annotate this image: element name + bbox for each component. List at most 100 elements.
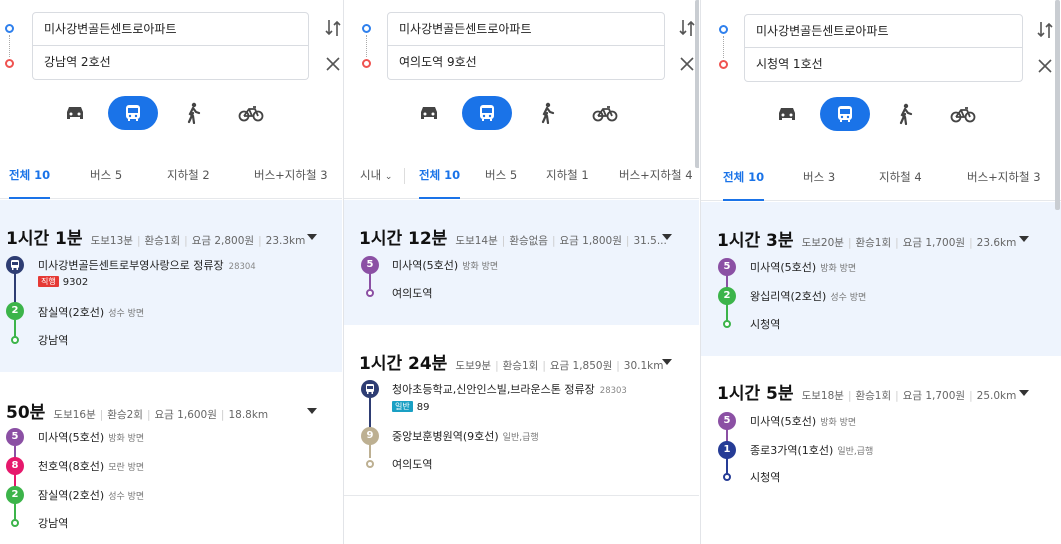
scrollbar[interactable] xyxy=(1055,0,1060,210)
route-connector xyxy=(366,35,367,57)
tab-bus[interactable]: 버스 5 xyxy=(90,153,122,199)
route-step: 청아초등학교,신안인스빌,브라운스톤 정류장 28303 xyxy=(392,383,627,396)
tab-bus[interactable]: 버스 5 xyxy=(485,153,517,199)
car-mode-button[interactable] xyxy=(50,96,100,130)
route-step: 시청역 xyxy=(750,318,781,331)
walk-mode-button[interactable] xyxy=(168,96,218,130)
route-step: 강남역 xyxy=(38,334,69,347)
line-badge: 9 xyxy=(361,427,379,445)
tab-all[interactable]: 전체 10 xyxy=(723,155,765,201)
route-time: 1시간 1분 xyxy=(6,229,83,249)
expand-caret-icon[interactable] xyxy=(1019,390,1029,396)
transit-mode-button[interactable] xyxy=(108,96,158,130)
route-panel-1: 미사강변골든센트로아파트 강남역 2호선 전체 10 버스 5 지하철 2 버스… xyxy=(0,0,342,544)
route-step: 강남역 xyxy=(38,517,69,530)
walk-icon xyxy=(899,103,913,125)
swap-icon[interactable] xyxy=(1037,20,1053,40)
tab-bus[interactable]: 버스 3 xyxy=(803,155,835,201)
route-line-9 xyxy=(369,444,371,458)
line-badge: 2 xyxy=(718,287,736,305)
transit-mode-button[interactable] xyxy=(820,97,870,131)
bike-mode-button[interactable] xyxy=(938,97,988,131)
line-badge: 5 xyxy=(718,412,736,430)
origin-input[interactable]: 미사강변골든센트로아파트 xyxy=(387,12,665,46)
bus-stop-icon xyxy=(6,256,24,274)
origin-input[interactable]: 미사강변골든센트로아파트 xyxy=(32,12,309,46)
bike-icon xyxy=(950,107,976,123)
car-mode-button[interactable] xyxy=(762,97,812,131)
tab-all[interactable]: 전체 10 xyxy=(9,153,51,199)
route-line-bus xyxy=(369,398,371,428)
close-icon[interactable] xyxy=(679,54,695,74)
route-meta: 도보18분 | 환승1회 | 요금 1,700원 | 25.0km xyxy=(801,390,1017,402)
tab-subway[interactable]: 지하철 2 xyxy=(167,153,210,199)
destination-point-icon xyxy=(723,473,731,481)
route-result[interactable]: 1시간 24분 도보9분 | 환승1회 | 요금 1,850원 | 30.1km 청아초등학… xyxy=(344,326,699,496)
route-result[interactable]: 50분 도보16분 | 환승2회 | 요금 1,600원 | 18.8km 5 미사역(5호… xyxy=(0,372,342,544)
destination-input[interactable]: 시청역 1호선 xyxy=(744,48,1023,82)
tab-subway[interactable]: 지하철 4 xyxy=(879,155,922,201)
route-summary: 1시간 12분 도보14분 | 환승없음 | 요금 1,800원 | 31.5... xyxy=(359,224,667,249)
route-line-5 xyxy=(369,273,371,289)
route-panel-3: 미사강변골든센트로아파트 시청역 1호선 전체 10 버스 3 지하철 4 버스… xyxy=(701,0,1061,544)
tab-all[interactable]: 전체 10 xyxy=(419,153,461,199)
route-line-2 xyxy=(14,502,16,520)
route-tabs: 전체 10 버스 3 지하철 4 버스+지하철 3 xyxy=(701,155,1061,201)
route-time: 1시간 12분 xyxy=(359,229,448,249)
origin-dot-icon xyxy=(719,25,728,34)
route-step: 잠실역(2호선) 성수 방면 xyxy=(38,489,145,502)
bike-icon xyxy=(592,106,618,122)
walk-mode-button[interactable] xyxy=(880,97,930,131)
destination-input[interactable]: 여의도역 9호선 xyxy=(387,46,665,80)
scrollbar[interactable] xyxy=(695,0,699,168)
transit-mode-button[interactable] xyxy=(462,96,512,130)
expand-caret-icon[interactable] xyxy=(307,408,317,414)
bike-icon xyxy=(238,106,264,122)
route-step: 여의도역 xyxy=(392,287,433,300)
route-meta: 도보20분 | 환승1회 | 요금 1,700원 | 23.6km xyxy=(801,237,1017,249)
close-icon[interactable] xyxy=(325,54,341,74)
route-step: 미사강변골든센트로부영사랑으로 정류장 28304 xyxy=(38,259,256,272)
expand-caret-icon[interactable] xyxy=(1019,236,1029,242)
expand-caret-icon[interactable] xyxy=(662,234,672,240)
bike-mode-button[interactable] xyxy=(580,96,630,130)
route-panel-2: 미사강변골든센트로아파트 여의도역 9호선 시내 ⌄ 전체 10 버스 5 지하… xyxy=(344,0,699,544)
line-badge: 2 xyxy=(6,486,24,504)
close-icon[interactable] xyxy=(1037,56,1053,76)
bike-mode-button[interactable] xyxy=(226,96,276,130)
express-chip: 직행 xyxy=(38,276,59,287)
line-badge: 5 xyxy=(6,428,24,446)
expand-caret-icon[interactable] xyxy=(307,234,317,240)
car-mode-button[interactable] xyxy=(404,96,454,130)
swap-icon[interactable] xyxy=(679,18,695,38)
swap-icon[interactable] xyxy=(325,18,341,38)
route-result[interactable]: 1시간 5분 도보18분 | 환승1회 | 요금 1,700원 | 25.0km 5 미사역… xyxy=(701,357,1061,507)
tab-subway[interactable]: 지하철 1 xyxy=(546,153,589,199)
destination-point-icon xyxy=(366,460,374,468)
route-summary: 1시간 1분 도보13분 | 환승1회 | 요금 2,800원 | 23.3km xyxy=(6,224,305,249)
route-step: 왕십리역(2호선) 성수 방면 xyxy=(750,290,867,303)
route-result[interactable]: 1시간 3분 도보20분 | 환승1회 | 요금 1,700원 | 23.6km 5 미사역… xyxy=(701,202,1061,356)
line-badge: 8 xyxy=(6,457,24,475)
expand-caret-icon[interactable] xyxy=(662,359,672,365)
route-step: 미사역(5호선) 방화 방면 xyxy=(750,415,857,428)
region-filter-dropdown[interactable]: 시내 ⌄ xyxy=(360,153,392,199)
destination-input[interactable]: 강남역 2호선 xyxy=(32,46,309,80)
bus-stop-icon xyxy=(361,380,379,398)
walk-mode-button[interactable] xyxy=(522,96,572,130)
bus-number: 직행 9302 xyxy=(38,276,88,288)
destination-dot-icon xyxy=(5,59,14,68)
route-step: 미사역(5호선) 방화 방면 xyxy=(38,431,145,444)
destination-point-icon xyxy=(723,320,731,328)
route-result[interactable]: 1시간 1분 도보13분 | 환승1회 | 요금 2,800원 | 23.3km 미사강변골… xyxy=(0,200,342,372)
route-meta: 도보9분 | 환승1회 | 요금 1,850원 | 30.1km xyxy=(455,360,664,372)
line-badge: 1 xyxy=(718,441,736,459)
tab-bus-subway[interactable]: 버스+지하철 3 xyxy=(254,153,328,199)
tab-bus-subway[interactable]: 버스+지하철 4 xyxy=(619,153,693,199)
route-meta: 도보13분 | 환승1회 | 요금 2,800원 | 23.3km xyxy=(90,235,306,247)
route-result[interactable]: 1시간 12분 도보14분 | 환승없음 | 요금 1,800원 | 31.5... 5 미… xyxy=(344,200,699,325)
tab-bus-subway[interactable]: 버스+지하철 3 xyxy=(967,155,1041,201)
route-summary: 1시간 24분 도보9분 | 환승1회 | 요금 1,850원 | 30.1km xyxy=(359,349,664,374)
origin-input[interactable]: 미사강변골든센트로아파트 xyxy=(744,14,1023,48)
walk-icon xyxy=(541,102,555,124)
